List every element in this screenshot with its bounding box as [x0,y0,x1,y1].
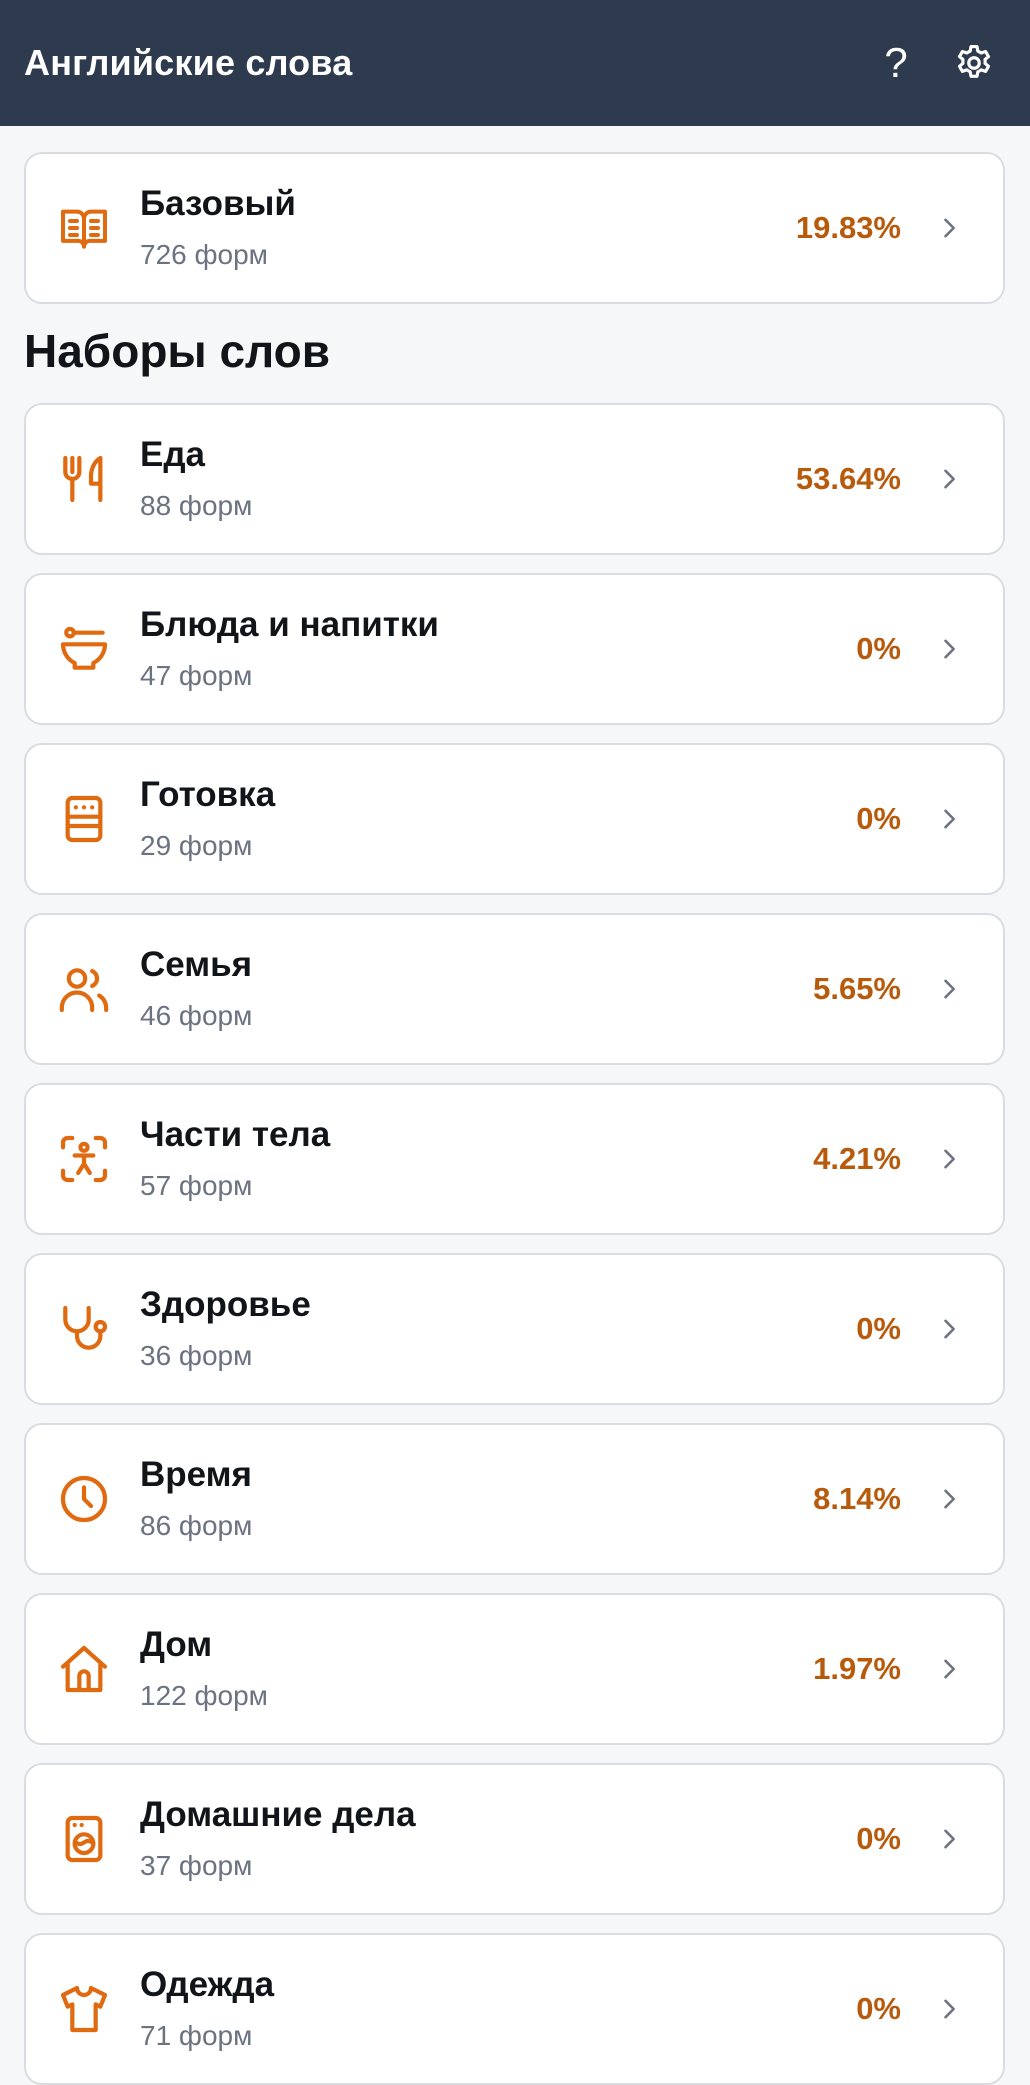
settings-button[interactable] [942,31,1006,95]
deck-title: Домашние дела [140,1795,416,1835]
shirt-icon [54,1979,114,2039]
deck-card-text: Части тела 57 форм [140,1116,813,1201]
deck-title: Готовка [140,775,276,815]
deck-title: Базовый [140,184,296,224]
deck-title: Блюда и напитки [140,605,439,645]
deck-card-text: Блюда и напитки 47 форм [140,606,856,691]
deck-title: Здоровье [140,1285,311,1325]
deck-card-text: Время 86 форм [140,1456,813,1541]
deck-progress-percent: 53.64% [795,461,901,496]
app-bar: Английские слова ? [0,0,1030,126]
chevron-right-icon [929,1819,969,1859]
deck-form-count: 726 форм [140,238,268,270]
deck-progress-percent: 0% [856,801,901,836]
chevron-right-icon [929,1479,969,1519]
chevron-right-icon [929,1649,969,1689]
deck-title: Дом [140,1625,213,1665]
chevron-right-icon [929,1989,969,2029]
bowl-icon [54,619,114,679]
deck-form-count: 57 форм [140,1169,253,1201]
deck-title: Части тела [140,1115,331,1155]
deck-card[interactable]: Время 86 форм 8.14% [24,1423,1005,1575]
chevron-right-icon [929,459,969,499]
question-mark-icon: ? [884,39,908,86]
users-icon [54,959,114,1019]
stove-icon [54,789,114,849]
section-title-word-sets: Наборы слов [24,325,331,377]
deck-progress-percent: 0% [856,1991,901,2026]
body-scan-icon [54,1129,114,1189]
chevron-right-icon [929,208,969,248]
deck-progress-percent: 8.14% [813,1481,901,1516]
deck-progress-percent: 0% [856,1821,901,1856]
washing-machine-icon [54,1809,114,1869]
deck-card[interactable]: Одежда 71 форм 0% [24,1933,1005,2085]
deck-title: Одежда [140,1965,275,2005]
help-button[interactable]: ? [864,31,928,95]
deck-form-count: 37 форм [140,1849,253,1881]
deck-form-count: 88 форм [140,489,253,521]
chevron-right-icon [929,629,969,669]
deck-card-text: Одежда 71 форм [140,1966,856,2051]
app-title: Английские слова [24,42,353,83]
deck-card[interactable]: Семья 46 форм 5.65% [24,913,1005,1065]
deck-card-text: Еда 88 форм [140,436,796,521]
deck-form-count: 122 форм [140,1679,268,1711]
deck-card[interactable]: Домашние дела 37 форм 0% [24,1763,1005,1915]
chevron-right-icon [929,1309,969,1349]
stethoscope-icon [54,1299,114,1359]
book-icon [54,198,114,258]
deck-form-count: 46 форм [140,999,253,1031]
deck-progress-percent: 4.21% [813,1141,901,1176]
deck-progress-percent: 0% [856,1311,901,1346]
deck-card-text: Готовка 29 форм [140,776,856,861]
deck-form-count: 29 форм [140,829,253,861]
gear-icon [957,44,991,78]
deck-card-base[interactable]: Базовый 726 форм 19.83% [24,152,1005,304]
deck-form-count: 71 форм [140,2019,253,2051]
deck-progress-percent: 1.97% [813,1651,901,1686]
fork-knife-icon [54,449,114,509]
deck-card[interactable]: Здоровье 36 форм 0% [24,1253,1005,1405]
chevron-right-icon [929,969,969,1009]
deck-card-text: Домашние дела 37 форм [140,1796,856,1881]
deck-card-text: Базовый 726 форм [140,185,796,270]
deck-card[interactable]: Дом 122 форм 1.97% [24,1593,1005,1745]
deck-progress-percent: 19.83% [795,210,901,245]
chevron-right-icon [929,1139,969,1179]
deck-title: Семья [140,945,253,985]
chevron-right-icon [929,799,969,839]
deck-title: Еда [140,435,206,475]
deck-card-text: Здоровье 36 форм [140,1286,856,1371]
clock-icon [54,1469,114,1529]
deck-form-count: 47 форм [140,659,253,691]
deck-card-text: Дом 122 форм [140,1626,813,1711]
deck-form-count: 36 форм [140,1339,253,1371]
deck-title: Время [140,1455,252,1495]
deck-card[interactable]: Еда 88 форм 53.64% [24,403,1005,555]
deck-card-text: Семья 46 форм [140,946,813,1031]
deck-progress-percent: 5.65% [813,971,901,1006]
deck-card[interactable]: Готовка 29 форм 0% [24,743,1005,895]
deck-card[interactable]: Части тела 57 форм 4.21% [24,1083,1005,1235]
deck-form-count: 86 форм [140,1509,253,1541]
deck-card[interactable]: Блюда и напитки 47 форм 0% [24,573,1005,725]
home-icon [54,1639,114,1699]
deck-progress-percent: 0% [856,631,901,666]
